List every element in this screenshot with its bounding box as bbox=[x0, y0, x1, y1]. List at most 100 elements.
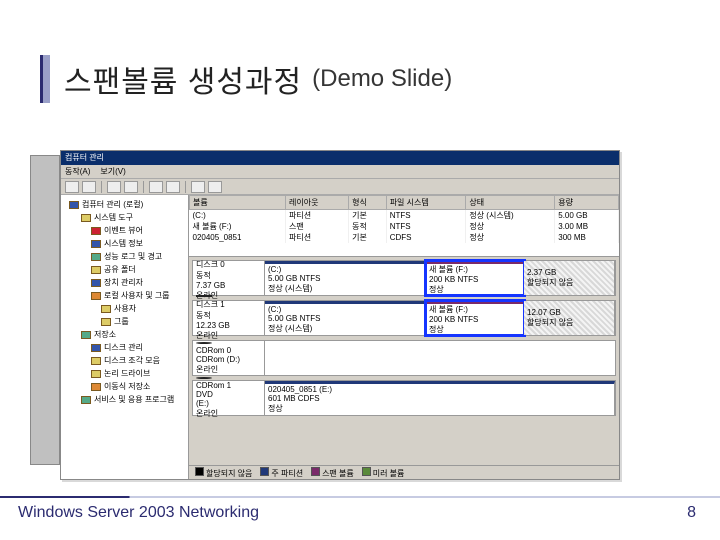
nav-tree[interactable]: 컴퓨터 관리 (로컬)시스템 도구이벤트 뷰어시스템 정보성능 로그 및 경고공… bbox=[61, 195, 189, 479]
toolbar-up-icon[interactable] bbox=[107, 181, 121, 193]
toolbar-help-icon[interactable] bbox=[166, 181, 180, 193]
legend-item: 할당되지 않음 bbox=[195, 467, 252, 479]
sep-icon bbox=[185, 181, 186, 193]
legend-label: 스팬 볼륨 bbox=[322, 469, 354, 478]
partition[interactable]: 2.37 GB할당되지 않음 bbox=[524, 261, 615, 295]
column-header[interactable]: 형식 bbox=[349, 196, 387, 210]
toolbar-back-icon[interactable] bbox=[65, 181, 79, 193]
tree-item[interactable]: 그룹 bbox=[63, 315, 186, 328]
column-header[interactable]: 파일 시스템 bbox=[386, 196, 466, 210]
part-line: 2.37 GB bbox=[527, 268, 611, 277]
legend-label: 할당되지 않음 bbox=[206, 469, 252, 478]
partitions: 020405_0851 (E:)601 MB CDFS정상 bbox=[265, 381, 615, 415]
part-line: 새 볼륨 (F:) bbox=[429, 304, 520, 315]
tree-item[interactable]: 공유 폴더 bbox=[63, 263, 186, 276]
part-line: 200 KB NTFS bbox=[429, 315, 520, 324]
footer-text: Windows Server 2003 Networking bbox=[18, 504, 259, 522]
tree-item[interactable]: 시스템 도구 bbox=[63, 211, 186, 224]
tree-icon bbox=[91, 240, 101, 248]
slide-title: 스팬볼륨 생성과정 bbox=[64, 57, 302, 101]
toolbar-props-icon[interactable] bbox=[124, 181, 138, 193]
cell: (C:) bbox=[190, 210, 286, 222]
partitions bbox=[265, 341, 615, 375]
legend-label: 주 파티션 bbox=[271, 469, 303, 478]
toolbar-action-icon[interactable] bbox=[191, 181, 205, 193]
tree-item[interactable]: 시스템 정보 bbox=[63, 237, 186, 250]
cell: 정상 bbox=[466, 221, 555, 232]
tree-item[interactable]: 디스크 조각 모음 bbox=[63, 354, 186, 367]
disk-label: 디스크 1동적12.23 GB온라인 bbox=[193, 301, 265, 335]
cell: 동적 bbox=[349, 221, 387, 232]
tree-icon bbox=[91, 227, 101, 235]
tree-icon bbox=[91, 370, 101, 378]
tree-item[interactable]: 논리 드라이브 bbox=[63, 367, 186, 380]
tree-label: 시스템 도구 bbox=[94, 212, 133, 223]
disk-row[interactable]: CDRom 0CDRom (D:)온라인 bbox=[192, 340, 616, 376]
table-row[interactable]: 020405_0851파티션기본CDFS정상300 MB bbox=[190, 232, 619, 243]
menubar[interactable]: 동작(A) 보기(V) bbox=[61, 165, 619, 179]
tree-label: 장치 관리자 bbox=[104, 277, 143, 288]
table-row[interactable]: 새 볼륨 (F:)스팬동적NTFS정상3.00 MB bbox=[190, 221, 619, 232]
swatch-icon bbox=[195, 467, 204, 476]
toolbar-fwd-icon[interactable] bbox=[82, 181, 96, 193]
column-header[interactable]: 볼륨 bbox=[190, 196, 286, 210]
part-line: 정상 bbox=[268, 403, 611, 414]
disk-kind: 동적 bbox=[196, 270, 261, 281]
tree-label: 공유 폴더 bbox=[104, 264, 136, 275]
tree-item[interactable]: 서비스 및 응용 프로그램 bbox=[63, 393, 186, 406]
part-line: 정상 bbox=[429, 324, 520, 335]
tree-item[interactable]: 사용자 bbox=[63, 302, 186, 315]
volume-list[interactable]: 볼륨레이아웃형식파일 시스템상태용량(C:)파티션기본NTFS정상 (시스템)5… bbox=[189, 195, 619, 257]
part-line: 601 MB CDFS bbox=[268, 394, 611, 403]
disk-row[interactable]: CDRom 1DVD(E:)온라인020405_0851 (E:)601 MB … bbox=[192, 380, 616, 416]
disk-kind: 동적 bbox=[196, 310, 261, 321]
cell: 기본 bbox=[349, 210, 387, 222]
partition[interactable]: 020405_0851 (E:)601 MB CDFS정상 bbox=[265, 381, 615, 415]
part-line: 정상 bbox=[429, 284, 520, 295]
partition[interactable]: 12.07 GB할당되지 않음 bbox=[524, 301, 615, 335]
tree-label: 사용자 bbox=[114, 303, 136, 314]
part-line: (C:) bbox=[268, 305, 422, 314]
tree-label: 이벤트 뷰어 bbox=[104, 225, 143, 236]
partition[interactable]: 새 볼륨 (F:)200 KB NTFS정상 bbox=[426, 301, 524, 335]
partition[interactable]: (C:)5.00 GB NTFS정상 (시스템) bbox=[265, 261, 426, 295]
tree-item[interactable]: 성능 로그 및 경고 bbox=[63, 250, 186, 263]
tree-item[interactable]: 디스크 관리 bbox=[63, 341, 186, 354]
tree-icon bbox=[91, 292, 101, 300]
window-titlebar[interactable]: 컴퓨터 관리 bbox=[61, 151, 619, 165]
column-header[interactable]: 용량 bbox=[555, 196, 619, 210]
legend-item: 미러 볼륨 bbox=[362, 467, 405, 479]
tree-icon bbox=[101, 305, 111, 313]
table-row[interactable]: (C:)파티션기본NTFS정상 (시스템)5.00 GB bbox=[190, 210, 619, 222]
disk-map[interactable]: 디스크 0동적7.37 GB온라인(C:)5.00 GB NTFS정상 (시스템… bbox=[189, 257, 619, 465]
toolbar-refresh-icon[interactable] bbox=[149, 181, 163, 193]
tree-icon bbox=[81, 214, 91, 222]
part-line: 5.00 GB NTFS bbox=[268, 314, 422, 323]
partition[interactable]: 새 볼륨 (F:)200 KB NTFS정상 bbox=[426, 261, 524, 295]
disk-row[interactable]: 디스크 1동적12.23 GB온라인(C:)5.00 GB NTFS정상 (시스… bbox=[192, 300, 616, 336]
disk-row[interactable]: 디스크 0동적7.37 GB온라인(C:)5.00 GB NTFS정상 (시스템… bbox=[192, 260, 616, 296]
tree-item[interactable]: 이벤트 뷰어 bbox=[63, 224, 186, 237]
cell: 파티션 bbox=[285, 232, 348, 243]
part-line: 정상 (시스템) bbox=[268, 323, 422, 334]
cell: 3.00 MB bbox=[555, 221, 619, 232]
tree-label: 서비스 및 응용 프로그램 bbox=[94, 394, 174, 405]
tree-label: 성능 로그 및 경고 bbox=[104, 251, 162, 262]
cell: 300 MB bbox=[555, 232, 619, 243]
column-header[interactable]: 레이아웃 bbox=[285, 196, 348, 210]
tree-item[interactable]: 장치 관리자 bbox=[63, 276, 186, 289]
partition[interactable]: (C:)5.00 GB NTFS정상 (시스템) bbox=[265, 301, 426, 335]
partitions: (C:)5.00 GB NTFS정상 (시스템)새 볼륨 (F:)200 KB … bbox=[265, 301, 615, 335]
tree-item[interactable]: 컴퓨터 관리 (로컬) bbox=[63, 198, 186, 211]
column-header[interactable]: 상태 bbox=[466, 196, 555, 210]
tree-item[interactable]: 로컬 사용자 및 그룹 bbox=[63, 289, 186, 302]
toolbar-view-icon[interactable] bbox=[208, 181, 222, 193]
menu-item[interactable]: 동작(A) bbox=[65, 166, 90, 177]
menu-item[interactable]: 보기(V) bbox=[100, 166, 125, 177]
cell: 스팬 bbox=[285, 221, 348, 232]
tree-item[interactable]: 저장소 bbox=[63, 328, 186, 341]
disk-kind: DVD bbox=[196, 390, 261, 399]
legend: 할당되지 않음 주 파티션 스팬 볼륨 미러 볼륨 bbox=[189, 465, 619, 479]
part-line: 200 KB NTFS bbox=[429, 275, 520, 284]
tree-item[interactable]: 이동식 저장소 bbox=[63, 380, 186, 393]
